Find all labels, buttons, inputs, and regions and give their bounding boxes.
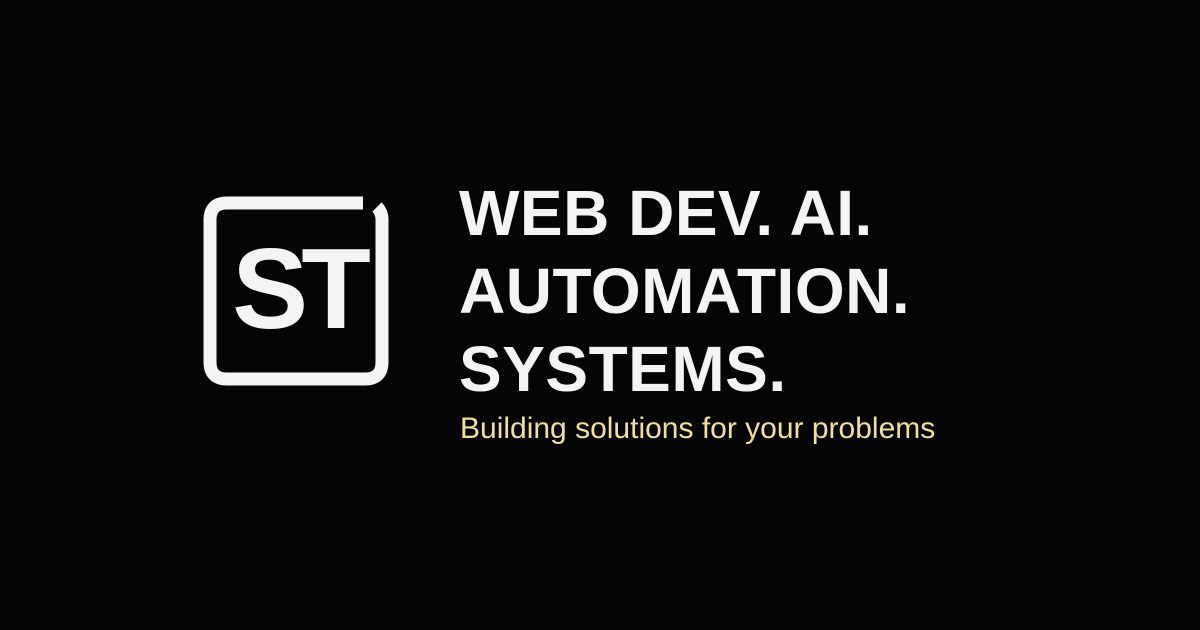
banner-canvas: ST WEB DEV. AI. AUTOMATION. SYSTEMS. Bui… — [0, 0, 1200, 630]
headline-line-1: WEB DEV. AI. — [459, 177, 873, 249]
logo: ST — [203, 196, 389, 386]
headline: WEB DEV. AI. AUTOMATION. SYSTEMS. — [459, 174, 1159, 408]
logo-monogram: ST — [232, 226, 371, 353]
tagline: Building solutions for your problems — [460, 412, 936, 445]
headline-line-3: SYSTEMS. — [459, 333, 787, 405]
headline-line-2: AUTOMATION. — [459, 255, 911, 327]
